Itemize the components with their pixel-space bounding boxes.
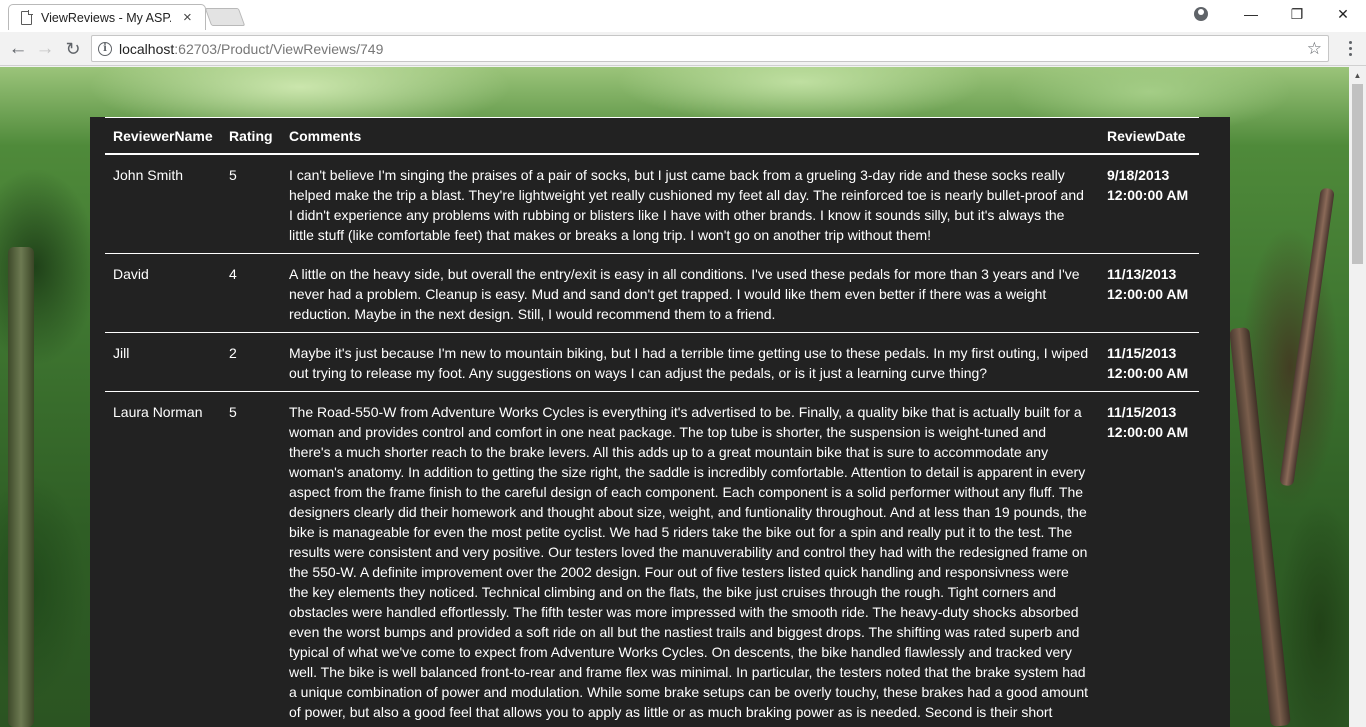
- forward-arrow-icon[interactable]: →: [33, 37, 57, 61]
- header-rating: Rating: [221, 117, 281, 155]
- cell-reviewer-name: David: [105, 253, 221, 333]
- table-header-row: ReviewerName Rating Comments ReviewDate: [105, 117, 1199, 155]
- tab-title: ViewReviews - My ASP.N: [41, 10, 171, 25]
- cell-reviewer-name: Laura Norman: [105, 391, 221, 727]
- tree-trunk-decoration: [1279, 187, 1335, 487]
- profile-icon[interactable]: [1186, 0, 1216, 28]
- cell-rating: 5: [221, 391, 281, 727]
- cell-comments: The Road-550-W from Adventure Works Cycl…: [281, 391, 1099, 727]
- cell-comments: I can't believe I'm singing the praises …: [281, 154, 1099, 254]
- header-comments: Comments: [281, 117, 1099, 155]
- cell-review-date: 11/13/2013 12:00:00 AM: [1099, 253, 1199, 333]
- url-host: localhost: [119, 40, 175, 57]
- cell-comments: Maybe it's just because I'm new to mount…: [281, 332, 1099, 392]
- header-review-date: ReviewDate: [1099, 117, 1199, 155]
- header-reviewer-name: ReviewerName: [105, 117, 221, 155]
- cell-review-date: 11/15/2013 12:00:00 AM: [1099, 391, 1199, 727]
- scroll-up-arrow-icon[interactable]: ▲: [1349, 67, 1366, 84]
- cell-rating: 4: [221, 253, 281, 333]
- document-icon: [21, 10, 33, 25]
- tree-trunk-decoration: [1229, 327, 1291, 727]
- cell-review-date: 9/18/2013 12:00:00 AM: [1099, 154, 1199, 254]
- reviews-panel: ReviewerName Rating Comments ReviewDate …: [90, 117, 1230, 727]
- table-row: John Smith 5 I can't believe I'm singing…: [105, 154, 1199, 254]
- minimize-button[interactable]: —: [1228, 0, 1274, 28]
- maximize-button[interactable]: ❐: [1274, 0, 1320, 28]
- table-row: Jill 2 Maybe it's just because I'm new t…: [105, 332, 1199, 392]
- table-row: Laura Norman 5 The Road-550-W from Adven…: [105, 391, 1199, 727]
- reviews-table: ReviewerName Rating Comments ReviewDate …: [105, 117, 1199, 727]
- cell-rating: 2: [221, 332, 281, 392]
- tab-close-icon[interactable]: ×: [183, 10, 192, 25]
- menu-dots-icon[interactable]: [1340, 38, 1360, 58]
- reload-icon[interactable]: ↻: [61, 37, 85, 61]
- close-window-button[interactable]: ✕: [1320, 0, 1366, 28]
- star-icon[interactable]: ☆: [1307, 39, 1322, 59]
- page-background: ReviewerName Rating Comments ReviewDate …: [0, 67, 1349, 727]
- new-tab-button[interactable]: [204, 8, 246, 26]
- page-scrollbar[interactable]: ▲: [1349, 67, 1366, 727]
- back-arrow-icon[interactable]: ←: [6, 37, 30, 61]
- cell-comments: A little on the heavy side, but overall …: [281, 253, 1099, 333]
- table-row: David 4 A little on the heavy side, but …: [105, 253, 1199, 333]
- cell-reviewer-name: John Smith: [105, 154, 221, 254]
- browser-tab[interactable]: ViewReviews - My ASP.N ×: [8, 4, 206, 30]
- scrollbar-thumb[interactable]: [1352, 84, 1363, 264]
- cell-review-date: 11/15/2013 12:00:00 AM: [1099, 332, 1199, 392]
- tree-trunk-decoration: [8, 247, 34, 727]
- info-icon[interactable]: i: [98, 41, 112, 56]
- url-path: :62703/Product/ViewReviews/749: [174, 40, 384, 57]
- browser-toolbar: ← → ↻ i localhost:62703/Product/ViewRevi…: [0, 32, 1366, 66]
- cell-reviewer-name: Jill: [105, 332, 221, 392]
- url-text[interactable]: localhost:62703/Product/ViewReviews/749: [119, 41, 383, 57]
- address-bar[interactable]: i localhost:62703/Product/ViewReviews/74…: [91, 35, 1329, 62]
- cell-rating: 5: [221, 154, 281, 254]
- tab-strip: ViewReviews - My ASP.N × — ❐ ✕: [0, 0, 1366, 32]
